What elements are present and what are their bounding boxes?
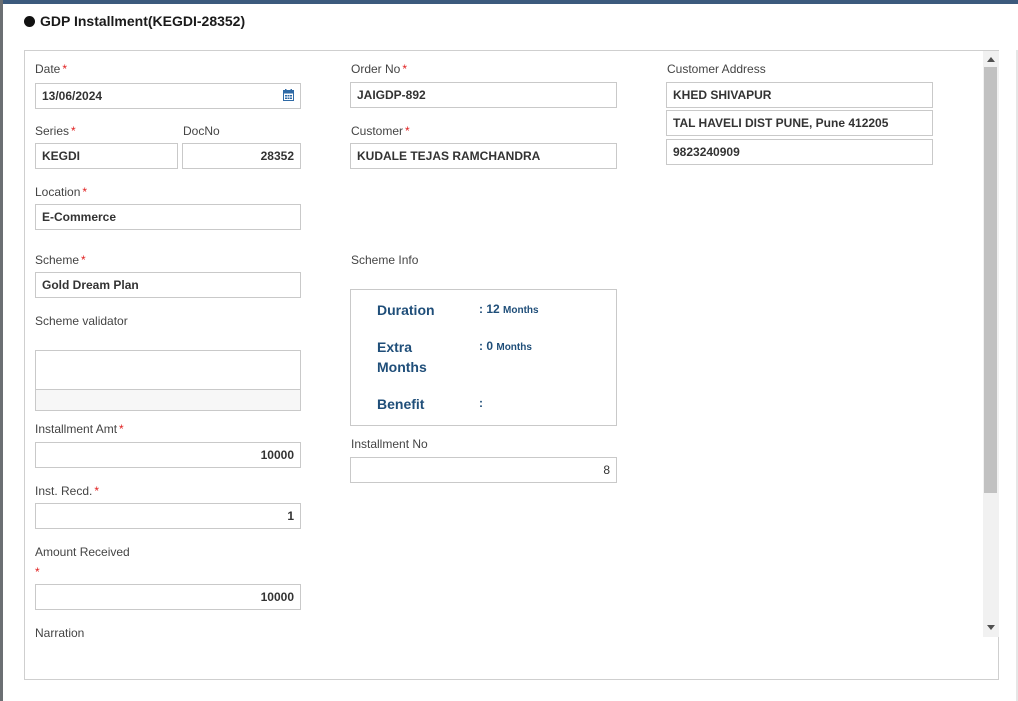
scheme-label: Scheme * [35,253,86,267]
amount-received-required: * [35,565,40,579]
scheme-validator-input[interactable] [35,350,301,390]
scheme-info-box: Duration : 12 Months Extra Months : 0 Mo… [350,289,617,426]
scroll-down-icon[interactable] [987,625,995,630]
scheme-info-label: Scheme Info [351,253,419,267]
scheme-validator-footer [35,389,301,411]
installment-no-label: Installment No [351,437,428,451]
duration-value: : 12 Months [479,302,539,316]
required-mark: * [81,253,86,267]
address-phone-input[interactable]: 9823240909 [666,139,933,165]
required-mark: * [62,62,68,76]
customer-input[interactable]: KUDALE TEJAS RAMCHANDRA [350,143,617,169]
vertical-scrollbar[interactable] [983,51,999,637]
location-label: Location * [35,185,88,199]
order-no-input[interactable]: JAIGDP-892 [350,82,617,108]
calendar-icon[interactable] [283,89,294,101]
scheme-input[interactable]: Gold Dream Plan [35,272,301,298]
narration-label: Narration [35,626,85,640]
dialog-title: GDP Installment(KEGDI-28352) [24,13,245,29]
required-mark: * [94,484,100,498]
inst-recd-input[interactable]: 1 [35,503,301,529]
dialog-title-text: GDP Installment(KEGDI-28352) [40,13,246,29]
inst-recd-label: Inst. Recd. * [35,484,100,498]
series-label: Series * [35,124,76,138]
duration-label: Duration [377,302,435,318]
scroll-up-icon[interactable] [987,57,995,62]
extra-months-value: : 0 Months [479,339,532,353]
installment-no-input[interactable]: 8 [350,457,617,483]
benefit-value: : [479,396,483,410]
required-mark: * [119,422,124,436]
address-line2-input[interactable]: TAL HAVELI DIST PUNE, Pune 412205 [666,110,933,136]
location-input[interactable]: E-Commerce [35,204,301,230]
required-mark: * [71,124,76,138]
order-no-label: Order No * [351,62,408,76]
bullet-icon [24,15,35,27]
extra-months-label-1: Extra [377,339,413,355]
required-mark: * [82,185,88,199]
amount-received-label: Amount Received [35,545,130,559]
scheme-validator-label: Scheme validator [35,314,128,328]
required-mark: * [405,124,410,138]
window-top-bar [0,0,1018,4]
amount-received-input[interactable]: 10000 [35,584,301,610]
address-line1-input[interactable]: KHED SHIVAPUR [666,82,933,108]
scrollbar-thumb[interactable] [984,67,997,493]
installment-amt-label: Installment Amt * [35,422,124,436]
required-mark: * [402,62,408,76]
docno-label: DocNo [183,124,220,138]
docno-input[interactable]: 28352 [182,143,301,169]
date-label: Date * [35,62,68,76]
date-input[interactable]: 13/06/2024 [35,83,301,109]
customer-address-label: Customer Address [667,62,766,76]
extra-months-label-2: Months [377,359,427,375]
series-input[interactable]: KEGDI [35,143,178,169]
customer-label: Customer * [351,124,410,138]
installment-amt-input[interactable]: 10000 [35,442,301,468]
benefit-label: Benefit [377,396,425,412]
backdrop-edge [0,0,3,701]
